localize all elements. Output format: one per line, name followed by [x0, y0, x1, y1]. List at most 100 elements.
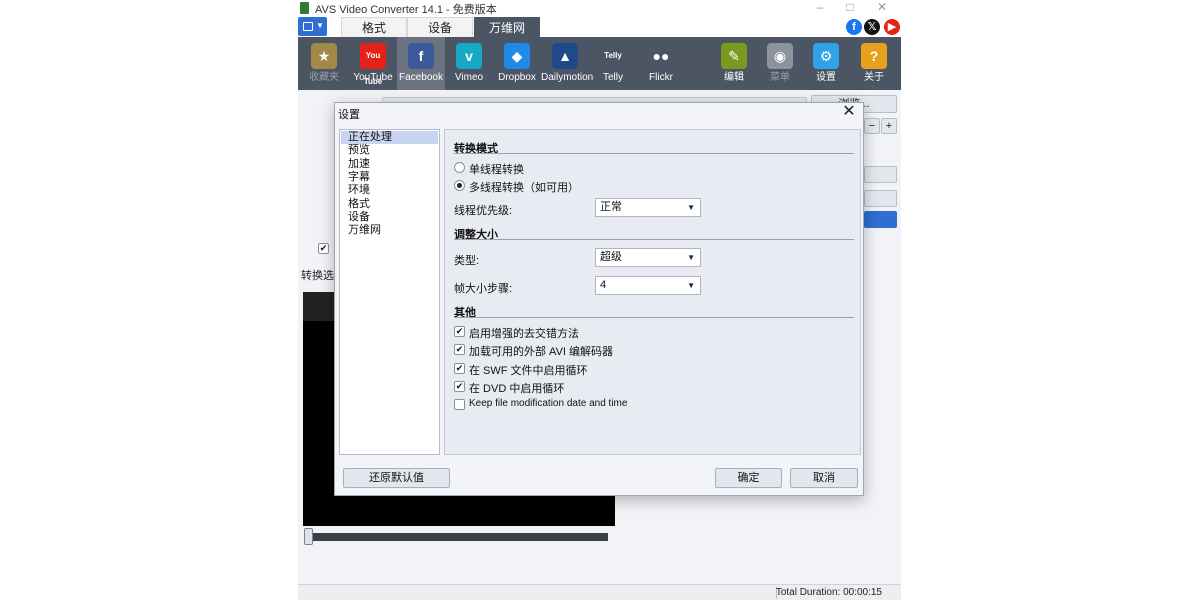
resize-type-select[interactable]: 超级 ▼ [595, 248, 701, 267]
dropbox-icon: ◆ [504, 43, 530, 69]
advanced-button[interactable] [864, 190, 897, 207]
option-label: Keep file modification date and time [469, 398, 628, 410]
close-icon[interactable]: ✕ [841, 104, 857, 120]
toolbar-item-pencil[interactable]: ✎ 编辑 [710, 37, 758, 90]
telly-icon: Telly [600, 43, 626, 69]
maximize-button[interactable]: □ [835, 0, 865, 17]
option-checkbox[interactable] [454, 399, 465, 411]
thread-priority-select[interactable]: 正常 ▼ [595, 198, 701, 217]
restore-defaults-button[interactable]: 还原默认值 [343, 468, 450, 488]
output-browse-button[interactable] [864, 166, 897, 183]
seek-bar[interactable] [308, 533, 608, 541]
nav-item[interactable]: 预览 [341, 144, 438, 157]
toolbar-item-label: Telly [602, 72, 623, 83]
ok-button[interactable]: 确定 [715, 468, 782, 488]
x-icon[interactable]: 𝕏 [864, 19, 880, 35]
frame-step-value: 4 [600, 279, 607, 291]
toolbar: ★ 收藏夹 You Tube YouTube f Facebook v Vimeo ◆ Dropb… [298, 37, 901, 90]
tab-web[interactable]: 万维网 [474, 17, 540, 37]
facebook-icon[interactable]: f [846, 19, 862, 35]
toolbar-item-facebook[interactable]: f Facebook [397, 37, 445, 90]
option-checkbox[interactable]: ✔ [454, 380, 465, 392]
option-checkbox[interactable]: ✔ [454, 326, 465, 337]
window-title: AVS Video Converter 14.1 - 免费版本 [315, 4, 497, 16]
nav-item[interactable]: 加速 [341, 158, 438, 171]
chevron-down-icon: ▼ [687, 203, 695, 212]
toolbar-item-gear[interactable]: ⚙ 设置 [802, 37, 850, 90]
nav-item[interactable]: 万维网 [341, 224, 438, 237]
multi-thread-label: 多线程转换（如可用） [469, 182, 579, 194]
status-bar: Total Duration: 00:00:15 [298, 584, 901, 600]
gear-icon: ⚙ [813, 43, 839, 69]
section-divider [454, 239, 854, 240]
toolbar-item-youtube[interactable]: You Tube YouTube [349, 37, 397, 90]
cancel-button[interactable]: 取消 [790, 468, 858, 488]
toolbar-item-disc[interactable]: ◉ 菜单 [756, 37, 804, 90]
facebook-icon: f [408, 43, 434, 69]
menu-icon [303, 22, 313, 31]
option-checkbox[interactable]: ✔ [454, 362, 465, 374]
toolbar-item-label: 收藏夹 [309, 72, 339, 83]
main-menu-button[interactable]: ▼ [298, 17, 327, 36]
settings-dialog: 设置 ✕ 正在处理 预览 加速 字幕 环境 格式 设备 万维网 转换模式 单线程转换 多线程转… [334, 102, 864, 496]
app-icon [300, 2, 309, 14]
flickr-icon: ●● [648, 43, 674, 69]
nav-item[interactable]: 字幕 [341, 171, 438, 184]
resize-type-value: 超级 [600, 251, 622, 263]
toolbar-item-label: 设置 [816, 72, 836, 83]
toolbar-item-star[interactable]: ★ 收藏夹 [300, 37, 348, 90]
nav-item[interactable]: 格式 [341, 198, 438, 211]
youtube-icon[interactable]: ▶ [884, 19, 900, 35]
nav-item[interactable]: 环境 [341, 184, 438, 197]
seek-handle[interactable] [304, 528, 313, 545]
resize-type-label: 类型: [454, 255, 480, 267]
help-icon: ? [861, 43, 887, 69]
section-divider [454, 317, 854, 318]
option-label: 在 DVD 中启用循环 [469, 382, 565, 395]
youtube-icon: You Tube [360, 43, 386, 86]
total-duration: Total Duration: 00:00:15 [775, 587, 882, 598]
option-label: 启用增强的去交错方法 [469, 328, 579, 340]
chevron-down-icon: ▼ [687, 253, 695, 262]
toolbar-item-label: Facebook [399, 72, 443, 83]
toolbar-item-telly[interactable]: Telly Telly [589, 37, 637, 90]
toolbar-item-help[interactable]: ? 关于 [850, 37, 898, 90]
chevron-down-icon: ▼ [316, 21, 324, 30]
toolbar-item-flickr[interactable]: ●● Flickr [637, 37, 685, 90]
toolbar-item-label: Dropbox [498, 72, 536, 83]
nav-item[interactable]: 正在处理 [341, 131, 438, 144]
multi-thread-radio[interactable] [454, 180, 465, 191]
toolbar-item-vimeo[interactable]: v Vimeo [445, 37, 493, 90]
single-thread-label: 单线程转换 [469, 164, 524, 176]
convert-now-button[interactable] [864, 211, 897, 228]
minus-button[interactable]: − [864, 118, 880, 134]
star-icon: ★ [311, 43, 337, 69]
tab-devices[interactable]: 设备 [407, 17, 473, 37]
option-label: 在 SWF 文件中启用循环 [469, 364, 588, 377]
thread-priority-label: 线程优先级: [454, 205, 513, 217]
frame-step-label: 帧大小步骤: [454, 283, 513, 295]
frame-step-select[interactable]: 4 ▼ [595, 276, 701, 295]
plus-button[interactable]: + [881, 118, 897, 134]
settings-content: 转换模式 单线程转换 多线程转换（如可用） 线程优先级: 正常 ▼ 调整大小 类… [444, 129, 861, 455]
vimeo-icon: v [456, 43, 482, 69]
minimize-button[interactable]: – [805, 0, 835, 17]
toolbar-item-dailymotion[interactable]: ▲ Dailymotion [541, 37, 594, 90]
chevron-down-icon: ▼ [687, 281, 695, 290]
pencil-icon: ✎ [721, 43, 747, 69]
toolbar-item-label: 菜单 [770, 72, 790, 83]
section-divider [454, 153, 854, 154]
nav-item[interactable]: 设备 [341, 211, 438, 224]
toolbar-item-label: Flickr [649, 72, 673, 83]
toolbar-item-label: 编辑 [724, 72, 744, 83]
option-checkbox[interactable]: ✔ [454, 344, 465, 356]
single-thread-radio[interactable] [454, 162, 465, 173]
toolbar-item-dropbox[interactable]: ◆ Dropbox [493, 37, 541, 90]
disc-icon: ◉ [767, 43, 793, 69]
thread-priority-value: 正常 [600, 201, 622, 213]
tab-formats[interactable]: 格式 [341, 17, 407, 37]
toolbar-item-label: YouTube [353, 72, 393, 83]
close-window-button[interactable]: ✕ [867, 0, 897, 17]
background-checkbox[interactable]: ✔ [318, 243, 329, 254]
toolbar-item-label: Dailymotion [541, 72, 594, 83]
